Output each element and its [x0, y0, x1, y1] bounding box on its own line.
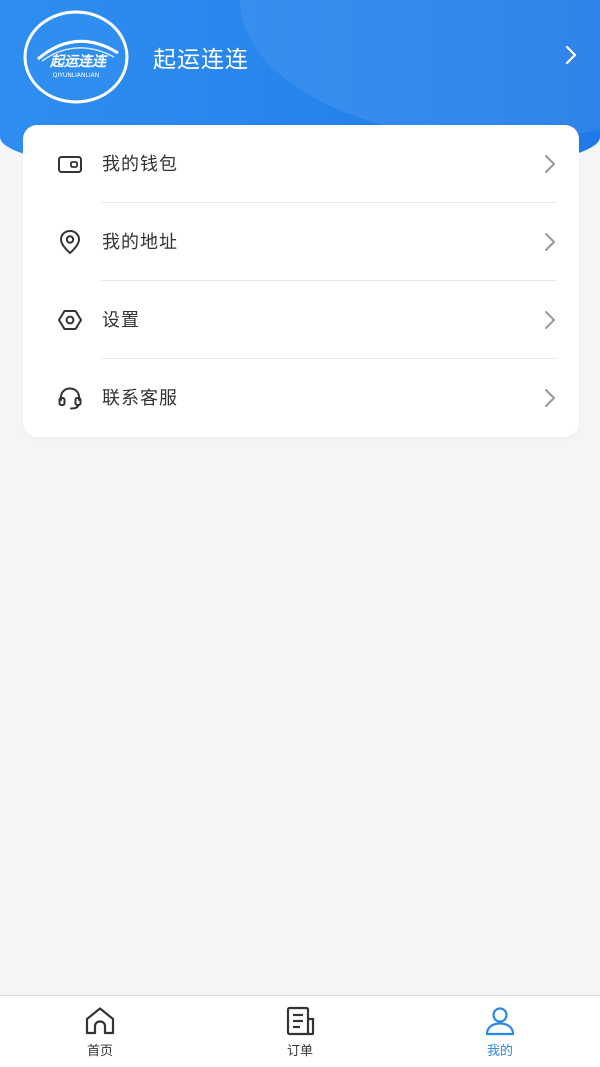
menu-card: 我的钱包 我的地址 设置 联系客服 — [23, 125, 579, 437]
chevron-right-icon — [545, 389, 555, 407]
orders-icon — [286, 1006, 315, 1036]
menu-item-label: 设置 — [102, 310, 140, 331]
profile-icon — [485, 1007, 515, 1036]
logo-text: 起运连连 — [49, 53, 108, 70]
tab-profile[interactable]: 我的 — [400, 996, 600, 1067]
location-pin-icon — [60, 230, 80, 254]
wallet-icon — [58, 156, 82, 173]
chevron-right-icon — [545, 311, 555, 329]
menu-item-address[interactable]: 我的地址 — [23, 203, 579, 281]
tab-label: 订单 — [286, 1044, 313, 1059]
menu-item-wallet[interactable]: 我的钱包 — [23, 125, 579, 203]
menu-item-label: 我的地址 — [102, 232, 178, 253]
app-logo: 起运连连 QIYUNLIANLIAN — [23, 10, 129, 104]
profile-header[interactable]: 起运连连 QIYUNLIANLIAN 起运连连 — [0, 0, 600, 115]
tab-label: 我的 — [486, 1044, 513, 1059]
tab-orders[interactable]: 订单 — [200, 996, 400, 1067]
chevron-right-icon — [545, 155, 555, 173]
chevron-right-icon — [545, 233, 555, 251]
logo-subtext: QIYUNLIANLIAN — [53, 72, 99, 79]
tab-label: 首页 — [86, 1044, 113, 1059]
chevron-right-icon — [565, 45, 577, 65]
menu-item-settings[interactable]: 设置 — [23, 281, 579, 359]
app-root: 起运连连 QIYUNLIANLIAN 起运连连 我的钱包 我的地址 设置 联系客… — [0, 0, 600, 1067]
menu-item-label: 联系客服 — [102, 388, 178, 409]
app-name: 起运连连 — [153, 47, 249, 73]
bottom-tab-bar: 首页 订单 我的 — [0, 995, 600, 1067]
tab-home[interactable]: 首页 — [0, 996, 200, 1067]
settings-icon — [58, 310, 82, 330]
headset-icon — [58, 387, 82, 410]
home-icon — [85, 1007, 115, 1035]
menu-item-customer-service[interactable]: 联系客服 — [23, 359, 579, 437]
menu-item-label: 我的钱包 — [102, 154, 178, 175]
